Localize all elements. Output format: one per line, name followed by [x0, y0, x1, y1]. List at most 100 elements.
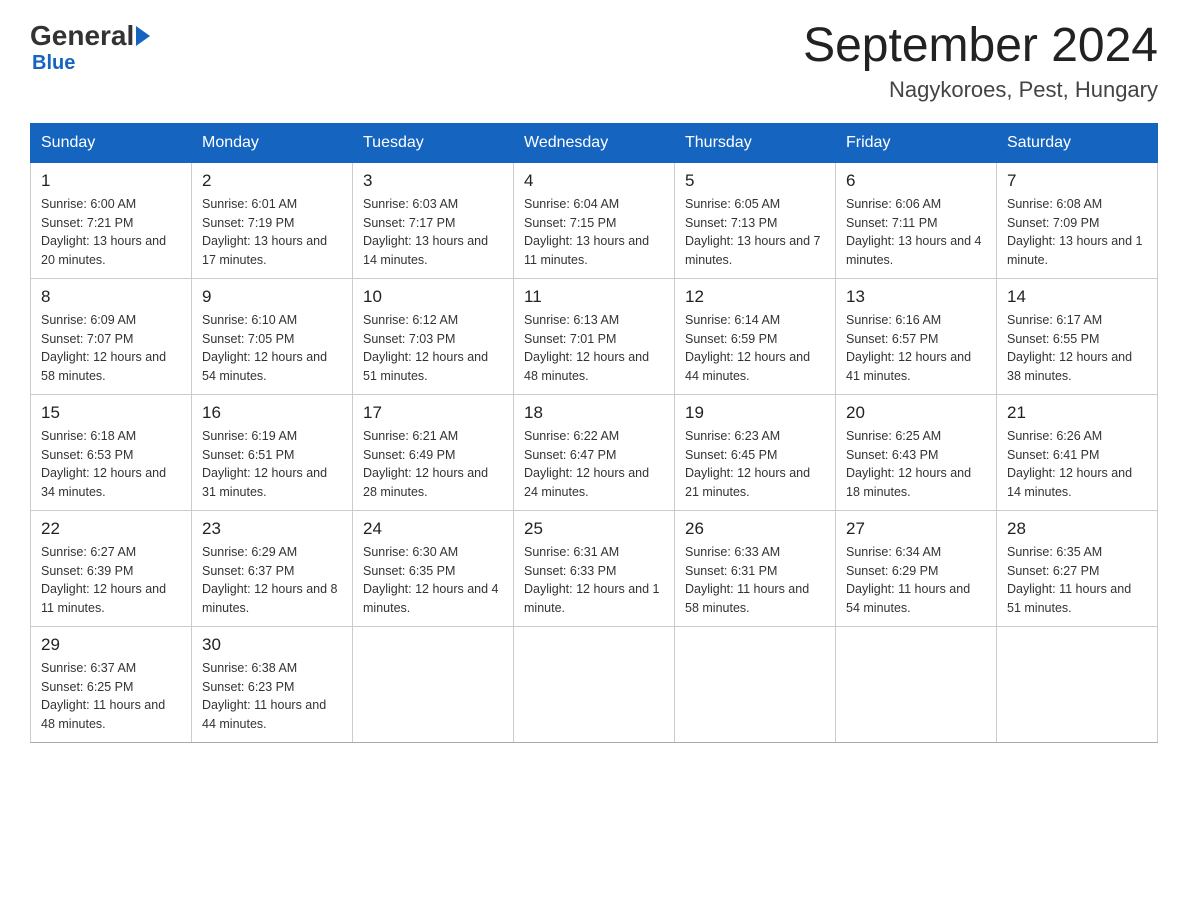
- logo-blue-text: Blue: [32, 52, 75, 75]
- day-number: 18: [524, 403, 664, 423]
- header-sunday: Sunday: [31, 123, 192, 162]
- day-info: Sunrise: 6:08 AMSunset: 7:09 PMDaylight:…: [1007, 195, 1147, 270]
- day-info: Sunrise: 6:17 AMSunset: 6:55 PMDaylight:…: [1007, 311, 1147, 386]
- table-row: 12 Sunrise: 6:14 AMSunset: 6:59 PMDayligh…: [675, 278, 836, 394]
- logo-arrow-icon: [136, 26, 150, 46]
- day-info: Sunrise: 6:01 AMSunset: 7:19 PMDaylight:…: [202, 195, 342, 270]
- day-number: 17: [363, 403, 503, 423]
- table-row: 2 Sunrise: 6:01 AMSunset: 7:19 PMDaylight…: [192, 162, 353, 278]
- day-info: Sunrise: 6:22 AMSunset: 6:47 PMDaylight:…: [524, 427, 664, 502]
- day-info: Sunrise: 6:00 AMSunset: 7:21 PMDaylight:…: [41, 195, 181, 270]
- day-info: Sunrise: 6:18 AMSunset: 6:53 PMDaylight:…: [41, 427, 181, 502]
- title-area: September 2024 Nagykoroes, Pest, Hungary: [803, 20, 1158, 103]
- day-info: Sunrise: 6:37 AMSunset: 6:25 PMDaylight:…: [41, 659, 181, 734]
- day-number: 5: [685, 171, 825, 191]
- day-number: 21: [1007, 403, 1147, 423]
- table-row: 24 Sunrise: 6:30 AMSunset: 6:35 PMDayligh…: [353, 510, 514, 626]
- table-row: [675, 626, 836, 742]
- day-number: 9: [202, 287, 342, 307]
- day-number: 25: [524, 519, 664, 539]
- day-number: 30: [202, 635, 342, 655]
- day-number: 23: [202, 519, 342, 539]
- day-info: Sunrise: 6:12 AMSunset: 7:03 PMDaylight:…: [363, 311, 503, 386]
- table-row: 1Sunrise: 6:00 AMSunset: 7:21 PMDaylight…: [31, 162, 192, 278]
- day-number: 19: [685, 403, 825, 423]
- calendar-week-row: 1Sunrise: 6:00 AMSunset: 7:21 PMDaylight…: [31, 162, 1158, 278]
- table-row: 10 Sunrise: 6:12 AMSunset: 7:03 PMDayligh…: [353, 278, 514, 394]
- table-row: [836, 626, 997, 742]
- day-info: Sunrise: 6:04 AMSunset: 7:15 PMDaylight:…: [524, 195, 664, 270]
- table-row: 14 Sunrise: 6:17 AMSunset: 6:55 PMDayligh…: [997, 278, 1158, 394]
- table-row: 18 Sunrise: 6:22 AMSunset: 6:47 PMDayligh…: [514, 394, 675, 510]
- table-row: 5 Sunrise: 6:05 AMSunset: 7:13 PMDaylight…: [675, 162, 836, 278]
- header-saturday: Saturday: [997, 123, 1158, 162]
- day-number: 29: [41, 635, 181, 655]
- day-number: 28: [1007, 519, 1147, 539]
- header-thursday: Thursday: [675, 123, 836, 162]
- table-row: 8Sunrise: 6:09 AMSunset: 7:07 PMDaylight…: [31, 278, 192, 394]
- table-row: 29 Sunrise: 6:37 AMSunset: 6:25 PMDayligh…: [31, 626, 192, 742]
- day-number: 24: [363, 519, 503, 539]
- day-info: Sunrise: 6:14 AMSunset: 6:59 PMDaylight:…: [685, 311, 825, 386]
- day-info: Sunrise: 6:05 AMSunset: 7:13 PMDaylight:…: [685, 195, 825, 270]
- day-info: Sunrise: 6:30 AMSunset: 6:35 PMDaylight:…: [363, 543, 503, 618]
- day-info: Sunrise: 6:38 AMSunset: 6:23 PMDaylight:…: [202, 659, 342, 734]
- day-number: 12: [685, 287, 825, 307]
- day-info: Sunrise: 6:26 AMSunset: 6:41 PMDaylight:…: [1007, 427, 1147, 502]
- day-info: Sunrise: 6:35 AMSunset: 6:27 PMDaylight:…: [1007, 543, 1147, 618]
- table-row: 26Sunrise: 6:33 AMSunset: 6:31 PMDayligh…: [675, 510, 836, 626]
- day-info: Sunrise: 6:27 AMSunset: 6:39 PMDaylight:…: [41, 543, 181, 618]
- calendar-week-row: 22 Sunrise: 6:27 AMSunset: 6:39 PMDayligh…: [31, 510, 1158, 626]
- day-info: Sunrise: 6:03 AMSunset: 7:17 PMDaylight:…: [363, 195, 503, 270]
- table-row: 17 Sunrise: 6:21 AMSunset: 6:49 PMDayligh…: [353, 394, 514, 510]
- table-row: 22 Sunrise: 6:27 AMSunset: 6:39 PMDayligh…: [31, 510, 192, 626]
- day-number: 8: [41, 287, 181, 307]
- calendar-week-row: 8Sunrise: 6:09 AMSunset: 7:07 PMDaylight…: [31, 278, 1158, 394]
- calendar-week-row: 15 Sunrise: 6:18 AMSunset: 6:53 PMDayligh…: [31, 394, 1158, 510]
- header-monday: Monday: [192, 123, 353, 162]
- day-number: 10: [363, 287, 503, 307]
- logo: General Blue: [30, 20, 152, 75]
- day-number: 11: [524, 287, 664, 307]
- day-info: Sunrise: 6:29 AMSunset: 6:37 PMDaylight:…: [202, 543, 342, 618]
- day-number: 4: [524, 171, 664, 191]
- header-wednesday: Wednesday: [514, 123, 675, 162]
- table-row: 25 Sunrise: 6:31 AMSunset: 6:33 PMDayligh…: [514, 510, 675, 626]
- day-info: Sunrise: 6:31 AMSunset: 6:33 PMDaylight:…: [524, 543, 664, 618]
- month-title: September 2024: [803, 20, 1158, 73]
- day-info: Sunrise: 6:21 AMSunset: 6:49 PMDaylight:…: [363, 427, 503, 502]
- table-row: 11Sunrise: 6:13 AMSunset: 7:01 PMDayligh…: [514, 278, 675, 394]
- day-number: 13: [846, 287, 986, 307]
- table-row: 23 Sunrise: 6:29 AMSunset: 6:37 PMDayligh…: [192, 510, 353, 626]
- page-header: General Blue September 2024 Nagykoroes, …: [30, 20, 1158, 103]
- day-number: 3: [363, 171, 503, 191]
- day-info: Sunrise: 6:16 AMSunset: 6:57 PMDaylight:…: [846, 311, 986, 386]
- table-row: [997, 626, 1158, 742]
- header-tuesday: Tuesday: [353, 123, 514, 162]
- table-row: 21 Sunrise: 6:26 AMSunset: 6:41 PMDayligh…: [997, 394, 1158, 510]
- day-number: 27: [846, 519, 986, 539]
- calendar-week-row: 29 Sunrise: 6:37 AMSunset: 6:25 PMDayligh…: [31, 626, 1158, 742]
- table-row: 27 Sunrise: 6:34 AMSunset: 6:29 PMDayligh…: [836, 510, 997, 626]
- day-number: 14: [1007, 287, 1147, 307]
- day-number: 2: [202, 171, 342, 191]
- day-info: Sunrise: 6:34 AMSunset: 6:29 PMDaylight:…: [846, 543, 986, 618]
- day-number: 15: [41, 403, 181, 423]
- day-number: 6: [846, 171, 986, 191]
- location-title: Nagykoroes, Pest, Hungary: [803, 77, 1158, 103]
- calendar-table: Sunday Monday Tuesday Wednesday Thursday…: [30, 123, 1158, 743]
- table-row: [514, 626, 675, 742]
- day-info: Sunrise: 6:23 AMSunset: 6:45 PMDaylight:…: [685, 427, 825, 502]
- table-row: 4 Sunrise: 6:04 AMSunset: 7:15 PMDaylight…: [514, 162, 675, 278]
- table-row: 13 Sunrise: 6:16 AMSunset: 6:57 PMDayligh…: [836, 278, 997, 394]
- day-number: 16: [202, 403, 342, 423]
- weekday-header-row: Sunday Monday Tuesday Wednesday Thursday…: [31, 123, 1158, 162]
- table-row: 9 Sunrise: 6:10 AMSunset: 7:05 PMDaylight…: [192, 278, 353, 394]
- table-row: 15 Sunrise: 6:18 AMSunset: 6:53 PMDayligh…: [31, 394, 192, 510]
- day-info: Sunrise: 6:10 AMSunset: 7:05 PMDaylight:…: [202, 311, 342, 386]
- table-row: 7Sunrise: 6:08 AMSunset: 7:09 PMDaylight…: [997, 162, 1158, 278]
- table-row: 3 Sunrise: 6:03 AMSunset: 7:17 PMDaylight…: [353, 162, 514, 278]
- day-info: Sunrise: 6:06 AMSunset: 7:11 PMDaylight:…: [846, 195, 986, 270]
- day-number: 22: [41, 519, 181, 539]
- table-row: 6 Sunrise: 6:06 AMSunset: 7:11 PMDaylight…: [836, 162, 997, 278]
